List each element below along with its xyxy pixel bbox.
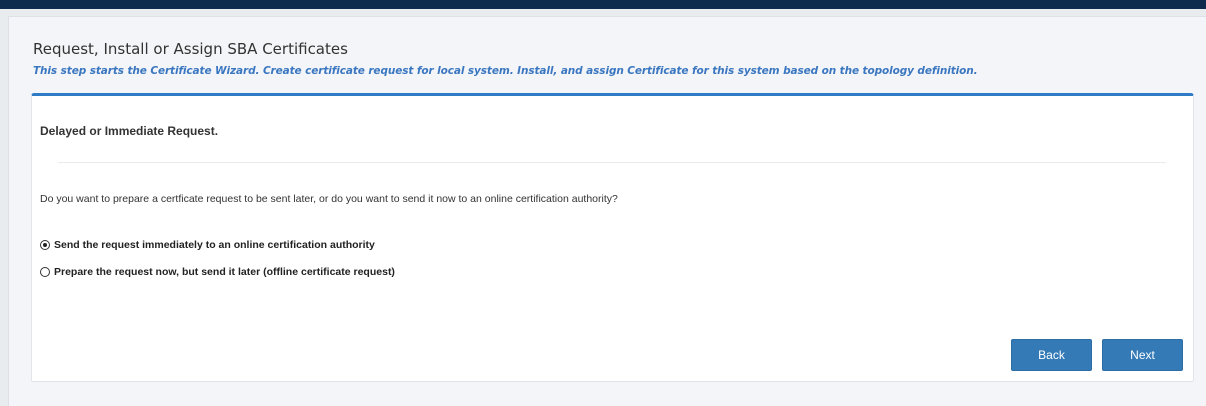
radio-send-later[interactable] <box>40 267 50 277</box>
radio-send-immediately[interactable] <box>40 240 50 250</box>
top-bar <box>0 0 1206 9</box>
next-button[interactable]: Next <box>1102 339 1183 371</box>
page-title: Request, Install or Assign SBA Certifica… <box>33 40 348 58</box>
divider <box>58 162 1166 163</box>
option-send-immediately[interactable]: Send the request immediately to an onlin… <box>40 239 375 251</box>
option-send-later[interactable]: Prepare the request now, but send it lat… <box>40 266 395 278</box>
option-label: Prepare the request now, but send it lat… <box>54 266 395 278</box>
option-label: Send the request immediately to an onlin… <box>54 239 375 251</box>
page-subtitle: This step starts the Certificate Wizard.… <box>33 65 978 77</box>
back-button[interactable]: Back <box>1011 339 1092 371</box>
question-text: Do you want to prepare a certficate requ… <box>40 193 618 205</box>
panel-heading: Delayed or Immediate Request. <box>40 124 219 138</box>
